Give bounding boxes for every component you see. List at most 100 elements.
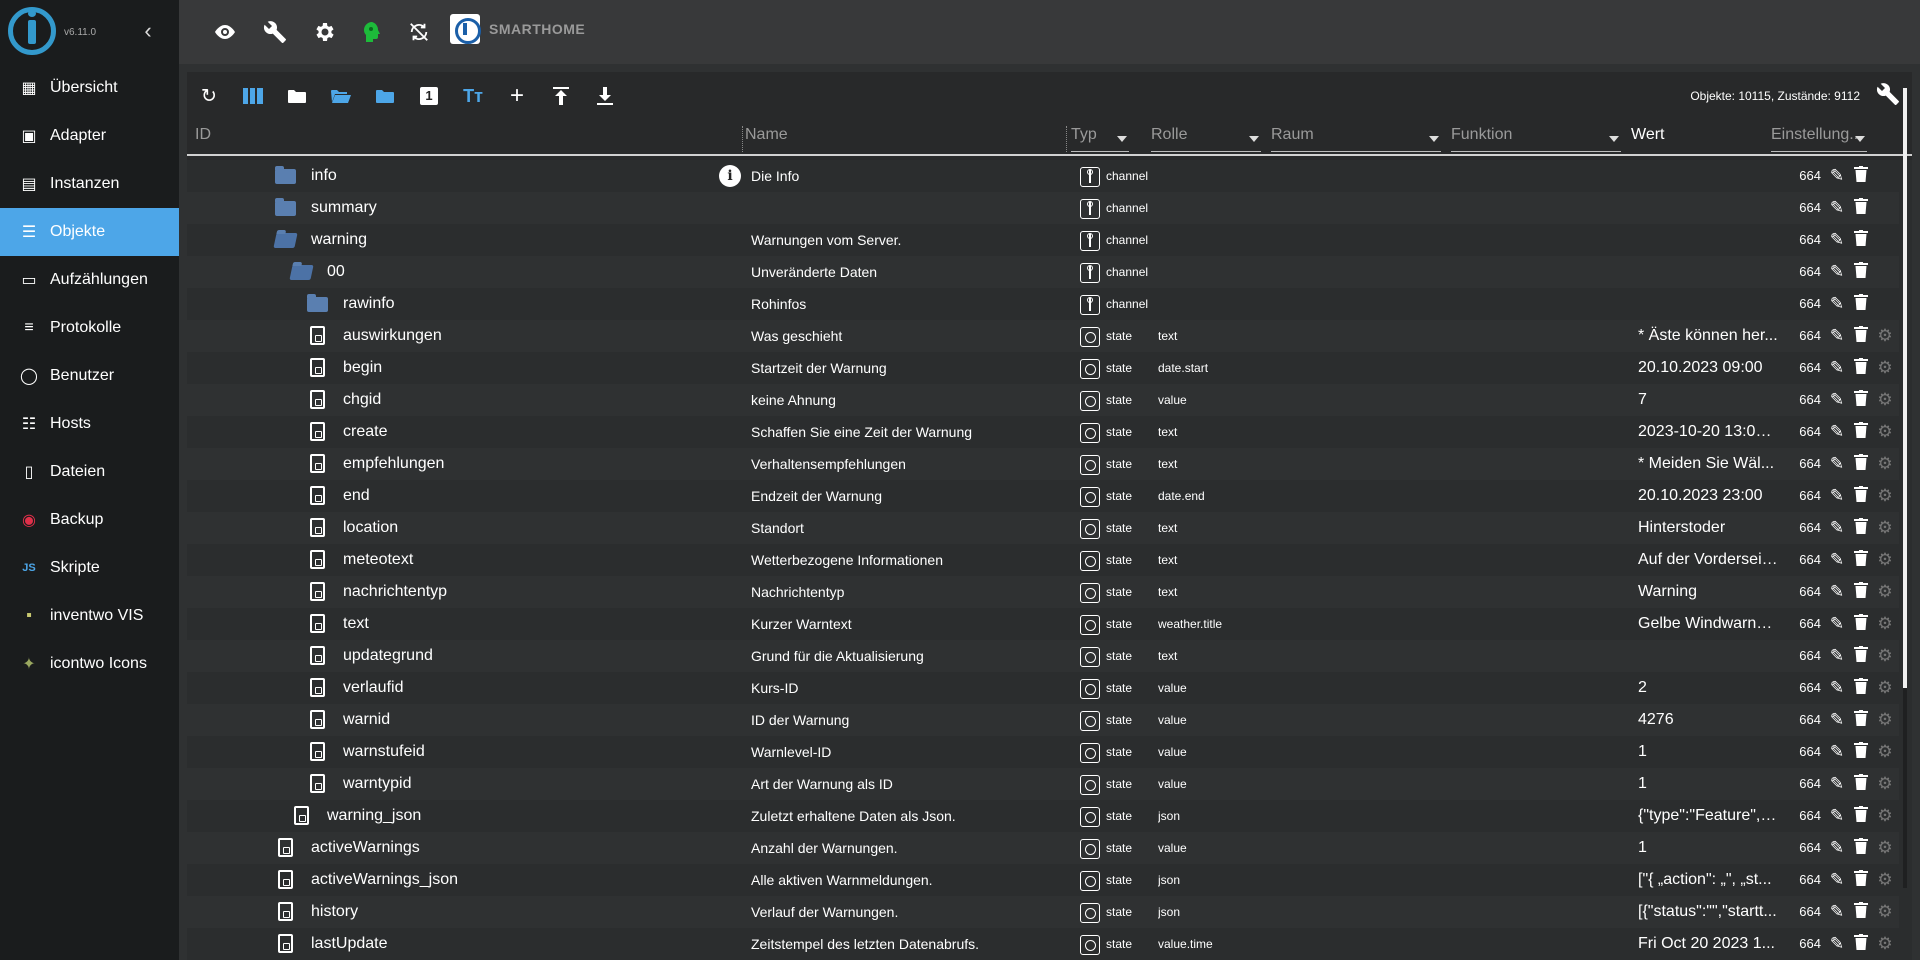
gear-icon[interactable] [309, 17, 339, 47]
table-row[interactable]: empfehlungen Verhaltensempfehlungen state t… [187, 448, 1899, 480]
table-row[interactable]: rawinfo Rohinfos channel 664 ✎ [187, 288, 1899, 320]
folder-blue-icon[interactable] [371, 82, 399, 110]
columns-icon[interactable] [239, 82, 267, 110]
row-value[interactable]: Gelbe Windwarnu... [1638, 608, 1778, 640]
table-row[interactable]: begin Startzeit der Warnung state date.star… [187, 352, 1899, 384]
vertical-scrollbar[interactable] [1903, 88, 1907, 888]
row-id[interactable]: nachrichtentyp [343, 576, 743, 608]
table-row[interactable]: lastUpdate Zeitstempel des letzten Datena… [187, 928, 1899, 960]
row-value[interactable]: 7 [1638, 384, 1778, 416]
gear-icon[interactable]: ⚙ [1875, 870, 1895, 890]
number-one-icon[interactable]: 1 [415, 82, 443, 110]
gear-icon[interactable]: ⚙ [1875, 646, 1895, 666]
info-icon[interactable]: i [719, 165, 741, 187]
table-row[interactable]: chgid keine Ahnung state value 7 664 ✎ ⚙ [187, 384, 1899, 416]
sidebar-item-benutzer[interactable]: ◯ Benutzer [0, 352, 179, 400]
row-value[interactable]: 2 [1638, 672, 1778, 704]
gear-icon[interactable]: ⚙ [1875, 774, 1895, 794]
state-file-icon[interactable] [278, 902, 293, 921]
gear-icon[interactable]: ⚙ [1875, 358, 1895, 378]
delete-icon[interactable] [1851, 230, 1871, 250]
table-row[interactable]: warnstufeid Warnlevel-ID state value 1 664 ✎ ⚙ [187, 736, 1899, 768]
column-header-wert[interactable]: Wert [1631, 126, 1664, 152]
gear-icon[interactable]: ⚙ [1875, 806, 1895, 826]
row-value[interactable]: 1 [1638, 768, 1778, 800]
delete-icon[interactable] [1851, 870, 1871, 890]
row-value[interactable]: 4276 [1638, 704, 1778, 736]
row-id[interactable]: activeWarnings_json [311, 864, 743, 896]
state-file-icon[interactable] [310, 326, 325, 345]
edit-icon[interactable]: ✎ [1827, 550, 1847, 570]
row-id[interactable]: activeWarnings [311, 832, 743, 864]
gear-icon[interactable]: ⚙ [1875, 454, 1895, 474]
delete-icon[interactable] [1851, 326, 1871, 346]
row-value[interactable] [1638, 256, 1778, 288]
green-head-icon[interactable] [356, 17, 386, 47]
table-row[interactable]: auswirkungen Was geschieht state text * Äste… [187, 320, 1899, 352]
row-value[interactable] [1638, 288, 1778, 320]
column-resizer[interactable] [1066, 126, 1067, 152]
folder-icon[interactable] [307, 294, 328, 312]
gear-icon[interactable]: ⚙ [1875, 326, 1895, 346]
row-id[interactable]: updategrund [343, 640, 743, 672]
edit-icon[interactable]: ✎ [1827, 838, 1847, 858]
gear-icon[interactable]: ⚙ [1875, 678, 1895, 698]
table-row[interactable]: warntypid Art der Warnung als ID state valu… [187, 768, 1899, 800]
table-row[interactable]: warning_json Zuletzt erhaltene Daten als … [187, 800, 1899, 832]
row-id[interactable]: summary [311, 192, 743, 224]
state-file-icon[interactable] [294, 806, 309, 825]
table-settings-wrench-icon[interactable] [1876, 82, 1900, 112]
table-row[interactable]: end Endzeit der Warnung state date.end 20.10… [187, 480, 1899, 512]
table-row[interactable]: location Standort state text Hinterstoder 664… [187, 512, 1899, 544]
state-file-icon[interactable] [310, 614, 325, 633]
table-row[interactable]: activeWarnings_json Alle aktiven Warnmeld… [187, 864, 1899, 896]
row-value[interactable]: 20.10.2023 09:00 [1638, 352, 1778, 384]
state-file-icon[interactable] [310, 486, 325, 505]
row-id[interactable]: create [343, 416, 743, 448]
gear-icon[interactable]: ⚙ [1875, 614, 1895, 634]
edit-icon[interactable]: ✎ [1827, 166, 1847, 186]
state-file-icon[interactable] [310, 422, 325, 441]
edit-icon[interactable]: ✎ [1827, 294, 1847, 314]
sidebar-item-skripte[interactable]: JS Skripte [0, 544, 179, 592]
sidebar-item-instanzen[interactable]: ▤ Instanzen [0, 160, 179, 208]
row-value[interactable]: Warning [1638, 576, 1778, 608]
state-file-icon[interactable] [310, 454, 325, 473]
upload-icon[interactable] [547, 82, 575, 110]
state-file-icon[interactable] [310, 774, 325, 793]
folder-open-icon[interactable] [289, 265, 314, 280]
row-id[interactable]: lastUpdate [311, 928, 743, 960]
edit-icon[interactable]: ✎ [1827, 934, 1847, 954]
sidebar-item-protokolle[interactable]: ≡ Protokolle [0, 304, 179, 352]
download-icon[interactable] [591, 82, 619, 110]
table-row[interactable]: history Verlauf der Warnungen. state json [{… [187, 896, 1899, 928]
state-file-icon[interactable] [310, 550, 325, 569]
gear-icon[interactable]: ⚙ [1875, 710, 1895, 730]
column-header-name[interactable]: Name [745, 126, 788, 152]
state-file-icon[interactable] [310, 710, 325, 729]
row-id[interactable]: warnid [343, 704, 743, 736]
edit-icon[interactable]: ✎ [1827, 390, 1847, 410]
row-value[interactable]: {"type":"Feature","... [1638, 800, 1778, 832]
gear-icon[interactable]: ⚙ [1875, 422, 1895, 442]
edit-icon[interactable]: ✎ [1827, 902, 1847, 922]
edit-icon[interactable]: ✎ [1827, 646, 1847, 666]
delete-icon[interactable] [1851, 262, 1871, 282]
row-id[interactable]: rawinfo [343, 288, 743, 320]
table-row[interactable]: summary channel 664 ✎ [187, 192, 1899, 224]
edit-icon[interactable]: ✎ [1827, 710, 1847, 730]
edit-icon[interactable]: ✎ [1827, 774, 1847, 794]
filter-raum-select[interactable]: Raum [1271, 126, 1441, 152]
row-value[interactable]: * Meiden Sie Wäl... [1638, 448, 1778, 480]
table-row[interactable]: text Kurzer Warntext state weather.title Gel… [187, 608, 1899, 640]
edit-icon[interactable]: ✎ [1827, 198, 1847, 218]
row-value[interactable]: [{"status":"","startt... [1638, 896, 1778, 928]
gear-icon[interactable]: ⚙ [1875, 902, 1895, 922]
sidebar-item-dateien[interactable]: ▯ Dateien [0, 448, 179, 496]
delete-icon[interactable] [1851, 358, 1871, 378]
row-id[interactable]: meteotext [343, 544, 743, 576]
delete-icon[interactable] [1851, 166, 1871, 186]
edit-icon[interactable]: ✎ [1827, 486, 1847, 506]
state-file-icon[interactable] [310, 646, 325, 665]
state-file-icon[interactable] [310, 742, 325, 761]
